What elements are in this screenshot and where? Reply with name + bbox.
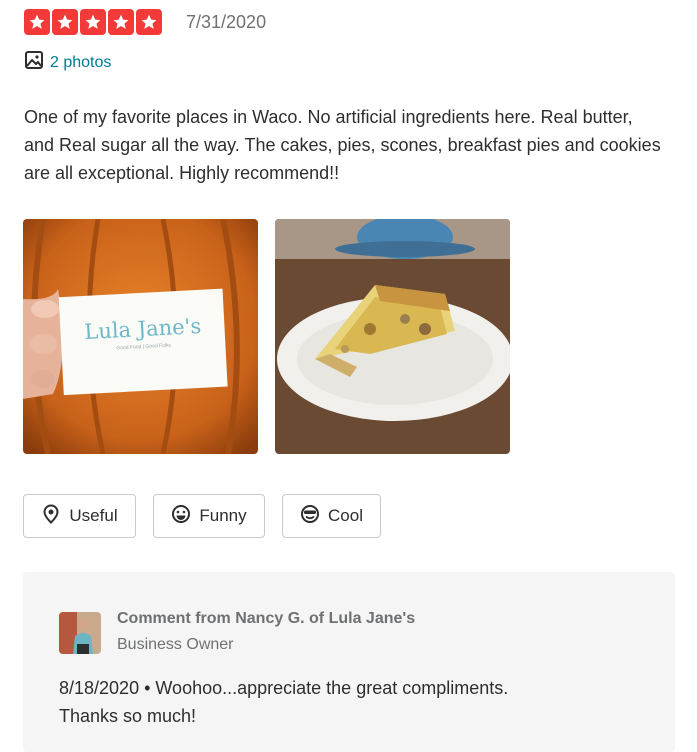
avatar[interactable] (59, 612, 101, 654)
funny-button[interactable]: Funny (153, 494, 265, 538)
funny-icon (171, 504, 191, 529)
comment-text: 8/18/2020 • Woohoo...appreciate the grea… (59, 674, 639, 730)
photos-link[interactable]: 2 photos (24, 50, 111, 75)
star-icon (108, 9, 134, 35)
comment-separator: • (139, 678, 156, 698)
review-text: One of my favorite places in Waco. No ar… (24, 107, 661, 183)
review-photo-business-card[interactable]: Lula Jane's Good Food | Good Folks (23, 219, 258, 454)
star-icon (80, 9, 106, 35)
useful-button[interactable]: Useful (23, 494, 136, 538)
commenter-title: Comment from Nancy G. of Lula Jane's (117, 610, 416, 627)
cool-icon (300, 504, 320, 529)
review-date: 7/31/2020 (186, 12, 267, 32)
star-icon (136, 9, 162, 35)
commenter-role: Business Owner (117, 636, 234, 653)
useful-icon (41, 503, 61, 529)
star-icon (24, 9, 50, 35)
comment-date: 8/18/2020 (59, 678, 140, 698)
star-icon (52, 9, 78, 35)
owner-comment: Comment from Nancy G. of Lula Jane's Bus… (23, 572, 675, 752)
image-icon (24, 50, 44, 75)
cool-label: Cool (328, 506, 363, 525)
cool-button[interactable]: Cool (282, 494, 381, 538)
star-rating (24, 9, 162, 35)
useful-label: Useful (69, 506, 118, 525)
photos-link-label: 2 photos (50, 53, 112, 71)
funny-label: Funny (199, 506, 247, 525)
review-photo-quiche[interactable] (275, 219, 510, 454)
